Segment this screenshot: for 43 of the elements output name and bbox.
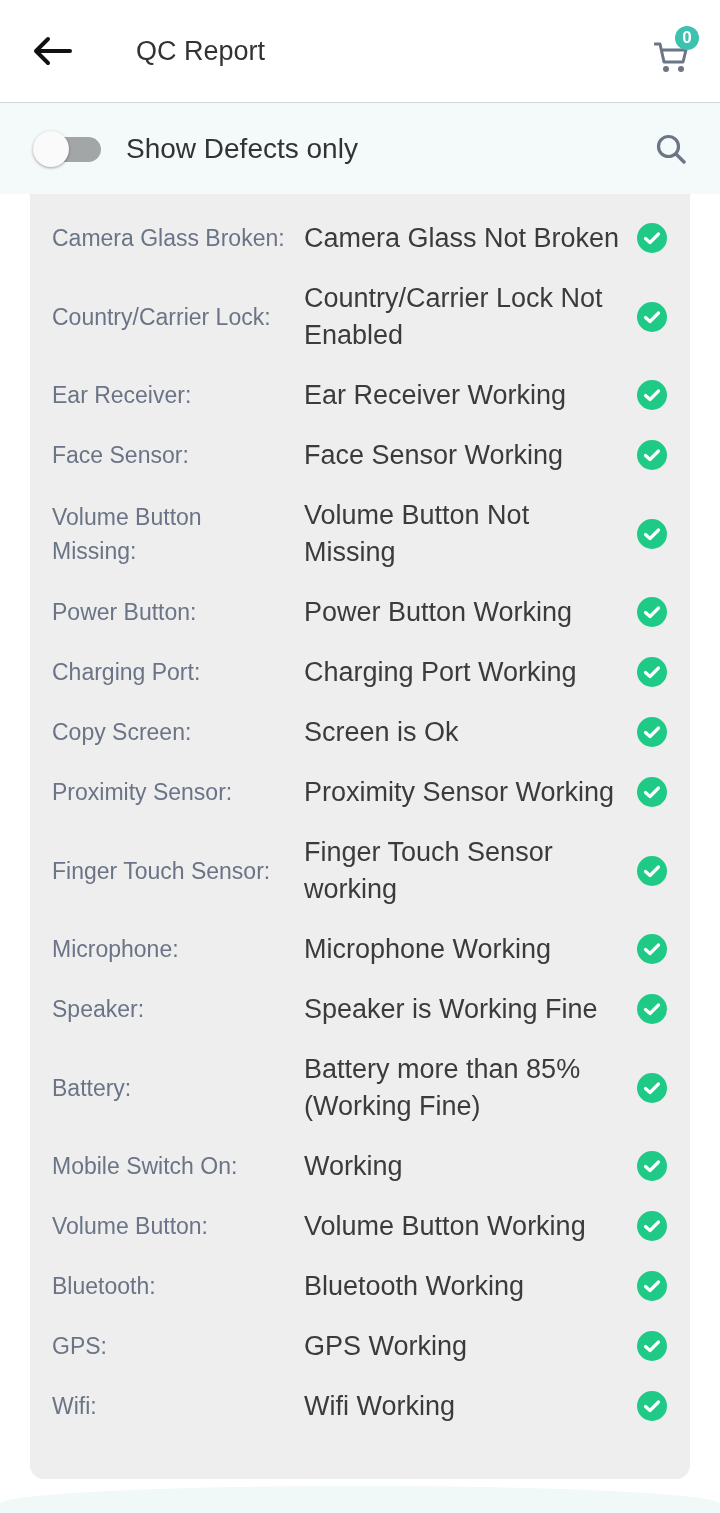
check-label: Proximity Sensor: bbox=[52, 778, 234, 807]
check-label: Mobile Switch On: bbox=[52, 1152, 239, 1181]
check-result: Country/Carrier Lock Not Enabled bbox=[304, 281, 604, 352]
check-result: Battery more than 85% (Working Fine) bbox=[304, 1052, 582, 1123]
check-result: Finger Touch Sensor working bbox=[304, 835, 554, 906]
check-result: Speaker is Working Fine bbox=[304, 992, 599, 1026]
check-label: Battery: bbox=[52, 1073, 133, 1103]
check-result: Face Sensor Working bbox=[304, 438, 565, 472]
check-label: Ear Receiver: bbox=[52, 381, 193, 410]
check-result: Screen is Ok bbox=[304, 715, 460, 749]
check-label: Bluetooth: bbox=[52, 1272, 157, 1301]
check-result: Ear Receiver Working bbox=[304, 378, 568, 412]
check-label: Country/Carrier Lock: bbox=[52, 302, 272, 332]
check-label: Face Sensor: bbox=[52, 441, 190, 470]
check-label: Speaker: bbox=[52, 995, 146, 1024]
check-label: Charging Port: bbox=[52, 658, 202, 687]
back-arrow-icon[interactable] bbox=[32, 36, 72, 66]
check-result: Microphone Working bbox=[304, 932, 553, 966]
check-label: Power Button: bbox=[52, 598, 198, 627]
page-title: QC Report bbox=[136, 35, 267, 67]
check-label: Volume Button Missing: bbox=[52, 502, 203, 566]
check-result: Bluetooth Working bbox=[304, 1269, 526, 1303]
search-icon[interactable] bbox=[656, 133, 686, 164]
check-label: Copy Screen: bbox=[52, 718, 193, 747]
toggle-label: Show Defects only bbox=[126, 132, 359, 165]
check-result: Camera Glass Not Broken bbox=[304, 221, 621, 255]
check-result: Charging Port Working bbox=[304, 655, 578, 689]
check-label: Volume Button: bbox=[52, 1212, 209, 1241]
check-result: Volume Button Working bbox=[304, 1209, 587, 1243]
check-result: Proximity Sensor Working bbox=[304, 775, 616, 809]
check-result: Volume Button Not Missing bbox=[304, 498, 531, 569]
show-defects-toggle[interactable] bbox=[33, 130, 101, 167]
check-result: GPS Working bbox=[304, 1329, 469, 1363]
check-label: Wifi: bbox=[52, 1392, 98, 1421]
check-label: GPS: bbox=[52, 1332, 108, 1361]
check-label: Microphone: bbox=[52, 935, 180, 964]
check-label: Camera Glass Broken: bbox=[52, 224, 286, 253]
cart-icon[interactable] bbox=[654, 41, 688, 73]
check-label: Finger Touch Sensor: bbox=[52, 856, 272, 886]
check-result: Wifi Working bbox=[304, 1389, 457, 1423]
cart-count-badge: 0 bbox=[675, 26, 699, 50]
check-result: Power Button Working bbox=[304, 595, 574, 629]
check-result: Working bbox=[304, 1149, 404, 1183]
